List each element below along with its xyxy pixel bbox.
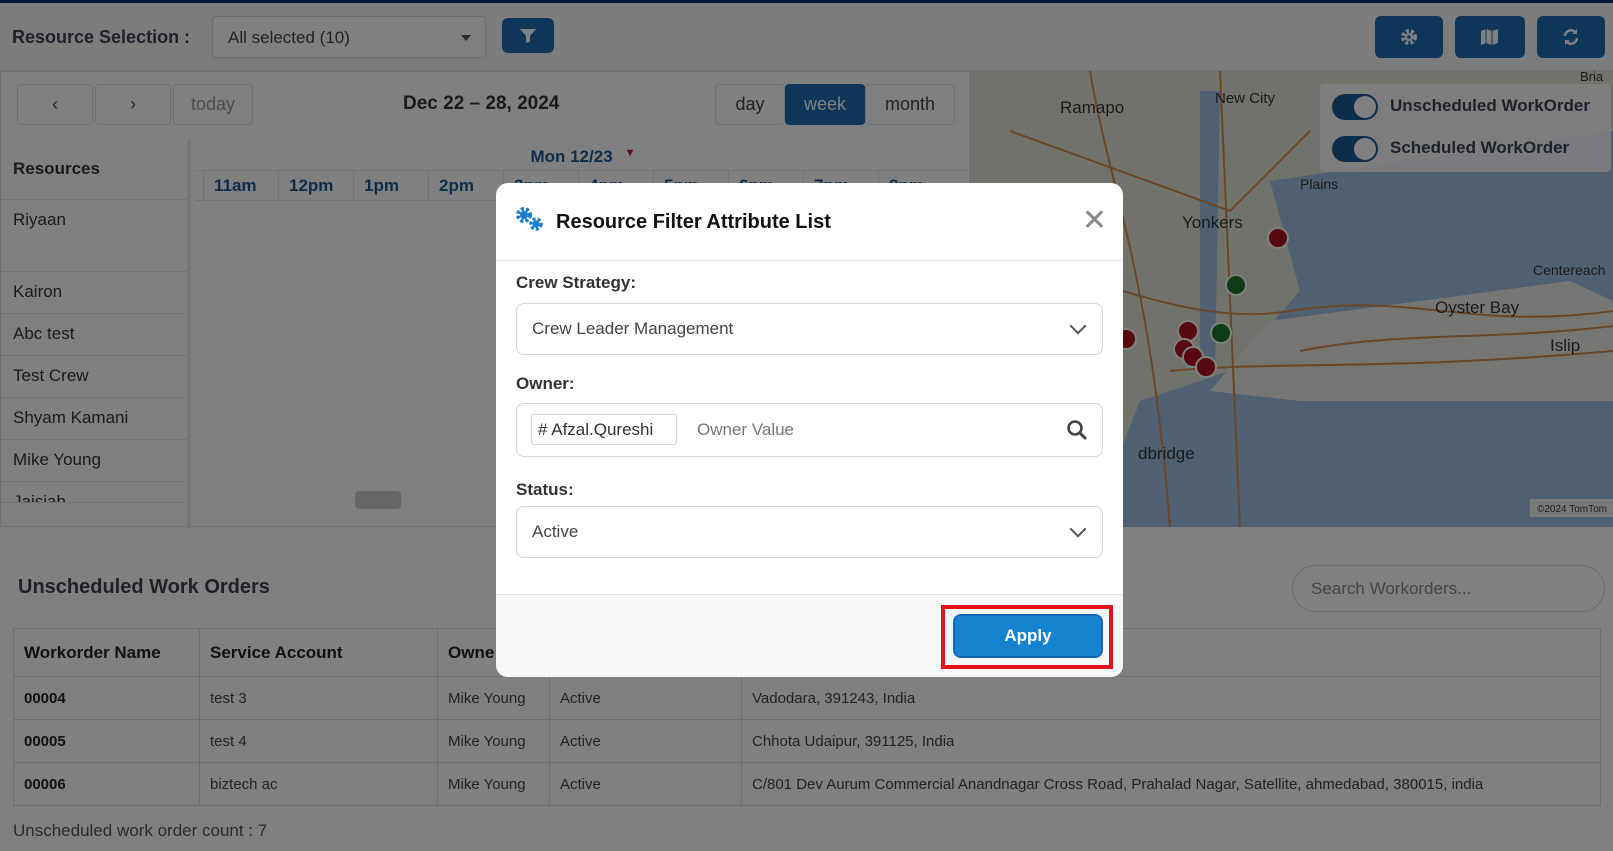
map-label: Oyster Bay	[1435, 298, 1520, 317]
day-header: Mon 12/23 ▼	[195, 139, 971, 171]
unscheduled-toggle-label: Unscheduled WorkOrder	[1390, 96, 1590, 115]
status: Active	[549, 719, 742, 763]
refresh-icon	[1563, 29, 1579, 45]
toolbar: Resource Selection : All selected (10)	[0, 3, 1613, 71]
address: Vadodara, 391243, India	[741, 676, 1601, 720]
view-day[interactable]: day	[715, 84, 785, 125]
calendar-title: Dec 22 – 28, 2024	[403, 93, 560, 114]
unscheduled-pin[interactable]	[1177, 320, 1199, 342]
unscheduled-pin[interactable]	[1195, 356, 1217, 378]
owner-placeholder: Owner Value	[697, 420, 795, 439]
unscheduled-title: Unscheduled Work Orders	[18, 576, 270, 598]
scheduled-toggle-label: Scheduled WorkOrder	[1390, 138, 1570, 157]
table-row[interactable]: 00006 biztech ac Mike Young Active C/801 Dev…	[13, 762, 1601, 806]
map-label: Bria	[1580, 71, 1604, 84]
map-icon	[1481, 29, 1498, 45]
map-label: dbridge	[1138, 444, 1195, 463]
status-select[interactable]: Active	[516, 506, 1103, 558]
horizontal-scrollbar[interactable]	[355, 491, 401, 509]
map-label: New City	[1215, 90, 1276, 107]
next-button[interactable]: ›	[95, 84, 171, 125]
owner: Mike Young	[437, 762, 550, 806]
search-icon[interactable]	[1066, 419, 1088, 441]
hour-label: 1pm	[353, 171, 428, 200]
service-account: test 4	[199, 719, 438, 763]
resource-filter-modal: Resource Filter Attribute List ✕ Crew St…	[496, 183, 1123, 677]
hour-label: 11am	[203, 171, 278, 200]
crew-strategy-value: Crew Leader Management	[532, 319, 734, 338]
resource-row[interactable]: Mike Young	[1, 440, 187, 482]
address: Chhota Udaipur, 391125, India	[741, 719, 1601, 763]
search-workorders-input[interactable]: Search Workorders...	[1292, 565, 1605, 612]
caret-down-icon	[461, 35, 471, 41]
owner-chip[interactable]: # Afzal.Qureshi	[531, 414, 677, 445]
resource-selection-dropdown[interactable]: All selected (10)	[212, 16, 486, 58]
scheduled-pin[interactable]	[1210, 322, 1232, 344]
map-label: Islip	[1550, 336, 1580, 355]
filter-icon	[520, 28, 536, 43]
service-account: test 3	[199, 676, 438, 720]
column-header[interactable]: Workorder Name	[13, 628, 200, 677]
map-label: Plains	[1300, 176, 1338, 192]
map-label: Centereach	[1533, 262, 1605, 278]
today-button[interactable]: today	[173, 84, 253, 125]
chevron-down-icon	[1069, 317, 1087, 335]
scheduled-toggle[interactable]	[1332, 136, 1378, 162]
status-label: Status:	[516, 480, 574, 499]
table-row[interactable]: 00005 test 4 Mike Young Active Chhota Udaipu…	[13, 719, 1601, 763]
modal-title: Resource Filter Attribute List	[556, 211, 831, 233]
prev-button[interactable]: ‹	[17, 84, 93, 125]
workorder-count: Unscheduled work order count : 7	[13, 821, 268, 840]
owner-input[interactable]: # Afzal.Qureshi Owner Value	[516, 403, 1103, 457]
address: C/801 Dev Aurum Commercial Anandnagar Cr…	[741, 762, 1601, 806]
crew-strategy-label: Crew Strategy:	[516, 273, 636, 292]
apply-button[interactable]: Apply	[953, 614, 1103, 658]
status: Active	[549, 762, 742, 806]
resources-header: Resources	[1, 139, 187, 200]
resource-selection-label: Resource Selection :	[12, 27, 191, 47]
owner: Mike Young	[437, 719, 550, 763]
workorder-name[interactable]: 00005	[13, 719, 200, 763]
unscheduled-toggle[interactable]	[1332, 94, 1378, 120]
status-value: Active	[532, 522, 579, 541]
day-header-label: Mon 12/23	[530, 147, 613, 166]
map-button[interactable]	[1455, 16, 1525, 58]
map-attribution: ©2024 TomTom	[1537, 504, 1607, 515]
now-indicator-icon: ▼	[624, 147, 636, 159]
status: Active	[549, 676, 742, 720]
gear-icon	[1401, 29, 1417, 45]
workorder-name[interactable]: 00006	[13, 762, 200, 806]
column-header[interactable]: Service Account	[199, 628, 438, 677]
resource-selection-value: All selected (10)	[228, 28, 350, 47]
resource-row[interactable]: Kairon	[1, 272, 187, 314]
owner: Mike Young	[437, 676, 550, 720]
gears-icon	[516, 207, 543, 231]
resource-row[interactable]: Shyam Kamani	[1, 398, 187, 440]
view-month[interactable]: month	[865, 84, 955, 125]
service-account: biztech ac	[199, 762, 438, 806]
resource-row[interactable]: Jaisiah	[1, 482, 187, 503]
scheduled-pin[interactable]	[1225, 274, 1247, 296]
chevron-down-icon	[1069, 520, 1087, 538]
resource-row[interactable]: Riyaan	[1, 200, 187, 272]
hour-label: 2pm	[428, 171, 503, 200]
resources-column: Resources Riyaan Kairon Abc test Test Cr…	[1, 139, 191, 528]
crew-strategy-select[interactable]: Crew Leader Management	[516, 303, 1103, 355]
workorder-name[interactable]: 00004	[13, 676, 200, 720]
map-layer-legend: Unscheduled WorkOrder Scheduled WorkOrde…	[1320, 84, 1611, 172]
map-label: Ramapo	[1060, 98, 1124, 117]
resource-row[interactable]: Abc test	[1, 314, 187, 356]
unscheduled-pin[interactable]	[1267, 227, 1289, 249]
filter-button[interactable]	[502, 18, 554, 53]
map-label: Yonkers	[1182, 213, 1243, 232]
hour-label: 12pm	[278, 171, 353, 200]
table-row[interactable]: 00004 test 3 Mike Young Active Vadodara, 391…	[13, 676, 1601, 720]
refresh-button[interactable]	[1537, 16, 1605, 58]
resource-row[interactable]: Test Crew	[1, 356, 187, 398]
close-icon[interactable]: ✕	[1082, 203, 1107, 238]
settings-button[interactable]	[1375, 16, 1443, 58]
view-week[interactable]: week	[785, 84, 865, 125]
modal-header: Resource Filter Attribute List ✕	[496, 183, 1123, 261]
owner-label: Owner:	[516, 374, 575, 393]
